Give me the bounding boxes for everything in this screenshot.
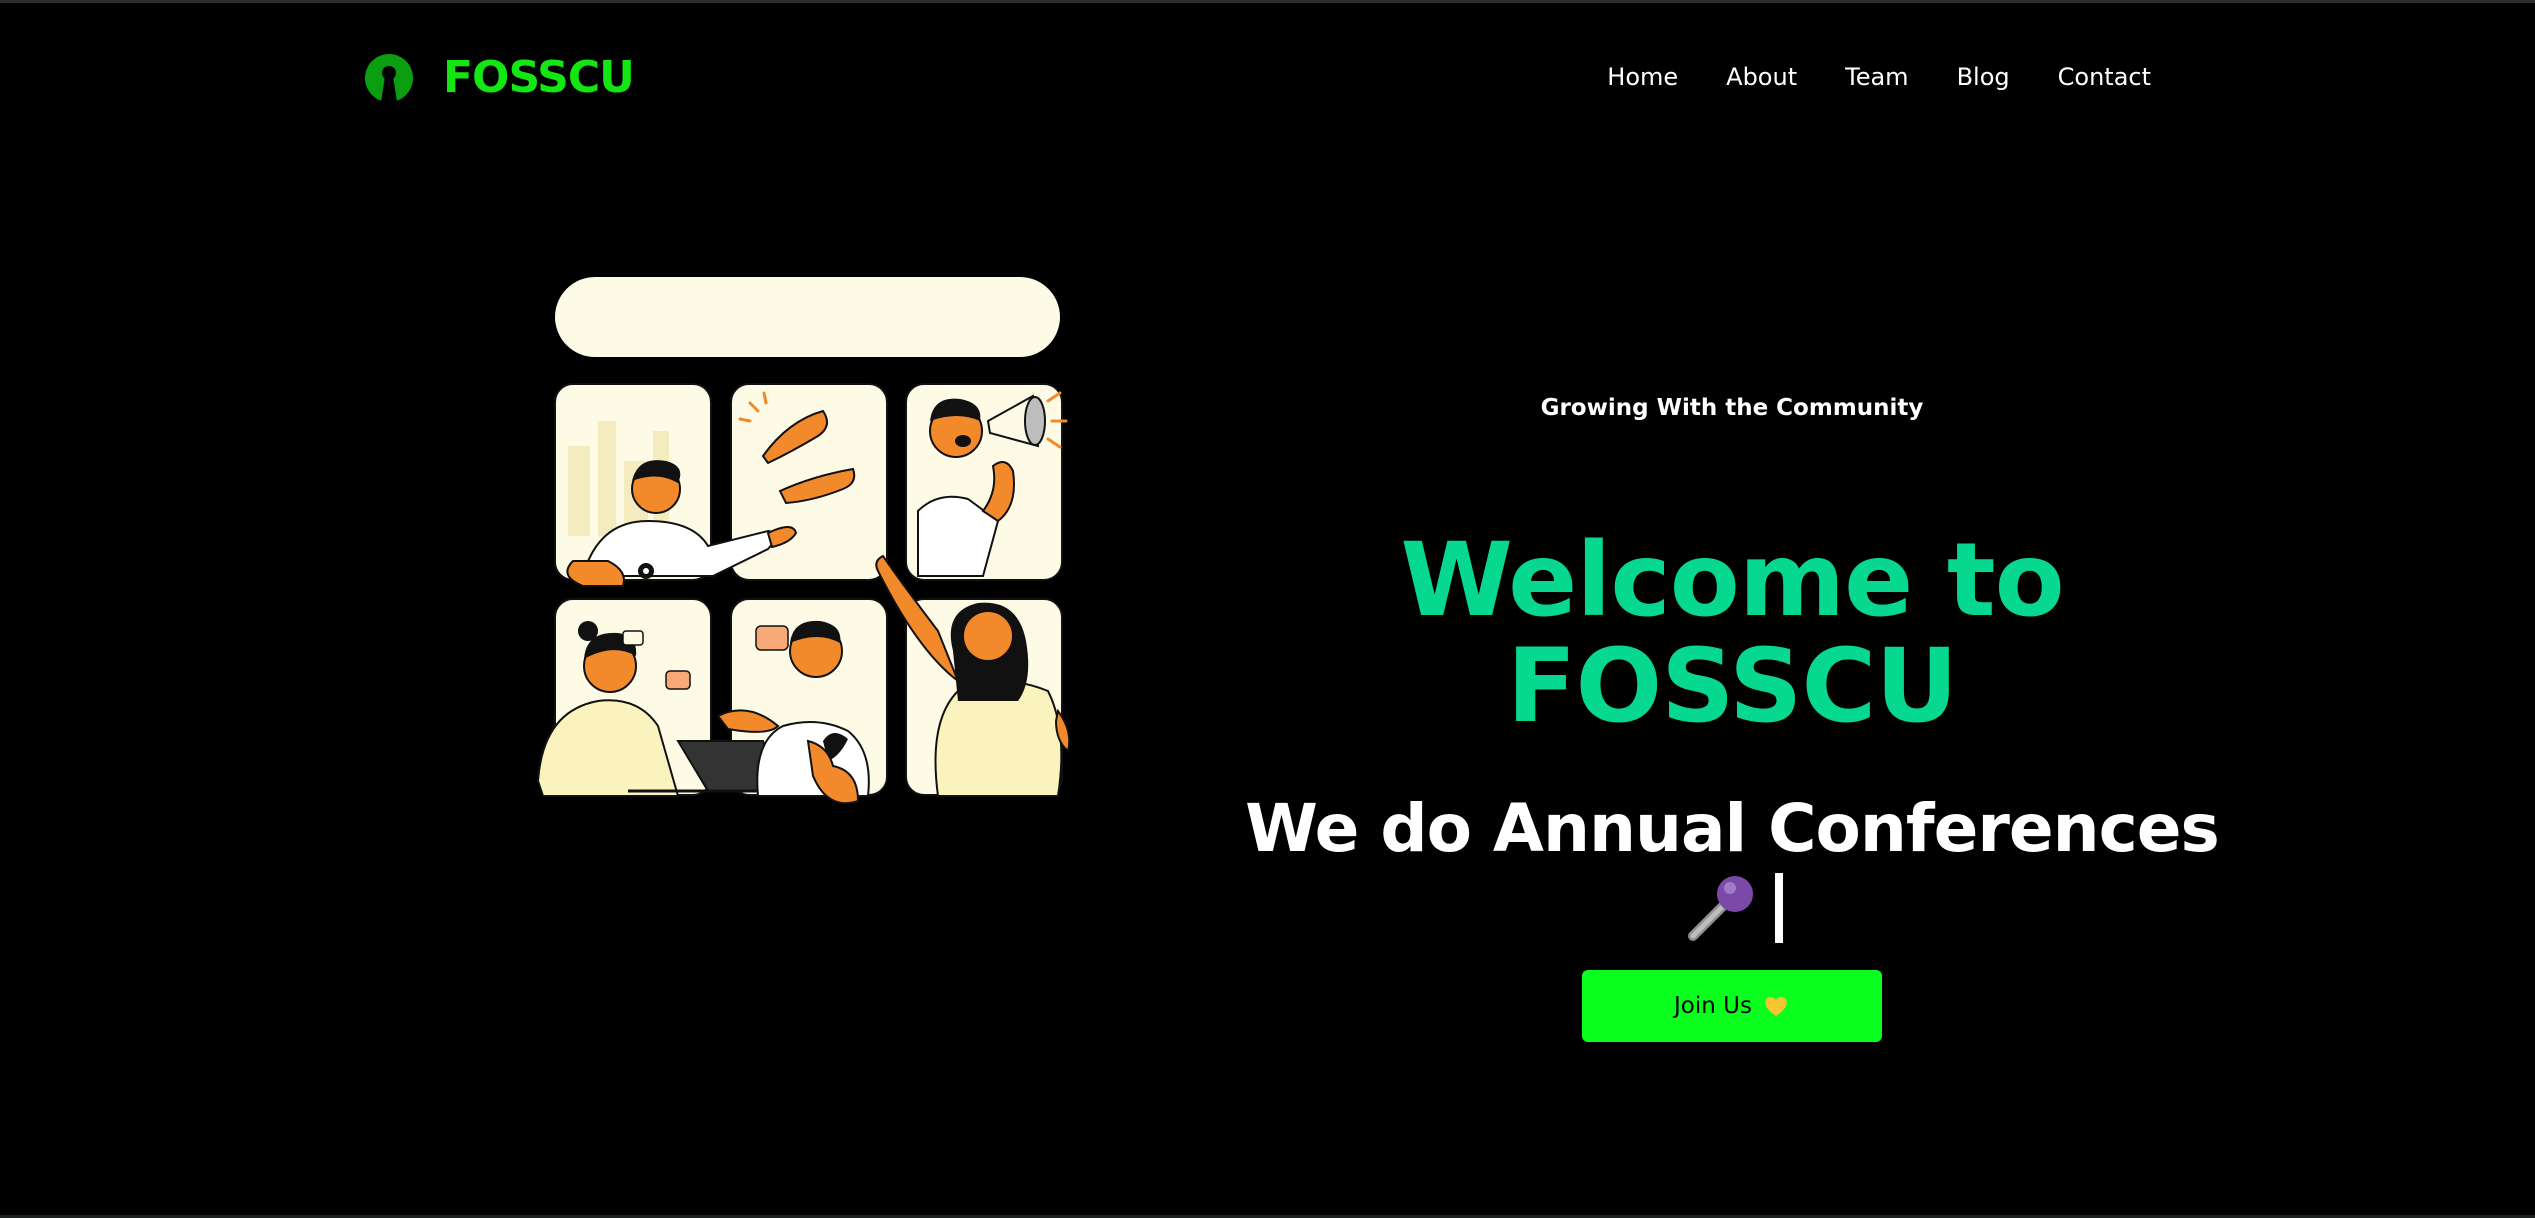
brand-name: FOSSCU [443,52,635,103]
join-us-label: Join Us [1674,993,1752,1019]
nav-item-contact: Contact [2058,59,2151,95]
yellow-heart-icon [1765,997,1787,1016]
page: FOSSCU Home About Team Blog Contact Grow… [0,0,2535,1218]
nav-item-blog: Blog [1957,59,2010,95]
open-source-keyhole-icon [365,54,413,102]
nav-link-home[interactable]: Home [1607,63,1678,91]
hero-title-line2: FOSSCU [1506,627,1958,746]
hero-title-line1: Welcome to [1400,521,2064,640]
hero-section: Growing With the Community Welcome to FO… [1232,388,2232,1042]
typewriter-text: We do Annual Conferences [1232,790,2232,948]
microphone-icon [1688,876,1753,941]
nav-item-home: Home [1607,59,1678,95]
nav-link-about[interactable]: About [1726,63,1797,91]
hero-title: Welcome to FOSSCU [1232,528,2232,740]
nav-link-blog[interactable]: Blog [1957,63,2010,91]
nav-link-contact[interactable]: Contact [2058,63,2151,91]
typewriter-cursor [1775,873,1783,943]
navbar: FOSSCU Home About Team Blog Contact [0,3,2535,153]
typewriter-emoji-line [1232,868,2232,948]
brand-link[interactable]: FOSSCU [363,48,635,108]
hero-tagline: Growing With the Community [1540,395,1924,421]
nav-item-team: Team [1845,59,1908,95]
nav-link-team[interactable]: Team [1845,63,1908,91]
community-people-grid-illustration [536,277,1071,805]
join-us-button[interactable]: Join Us [1582,970,1882,1042]
typewriter-line: We do Annual Conferences [1245,790,2220,867]
nav-item-about: About [1726,59,1797,95]
nav-menu: Home About Team Blog Contact [1607,59,2151,95]
